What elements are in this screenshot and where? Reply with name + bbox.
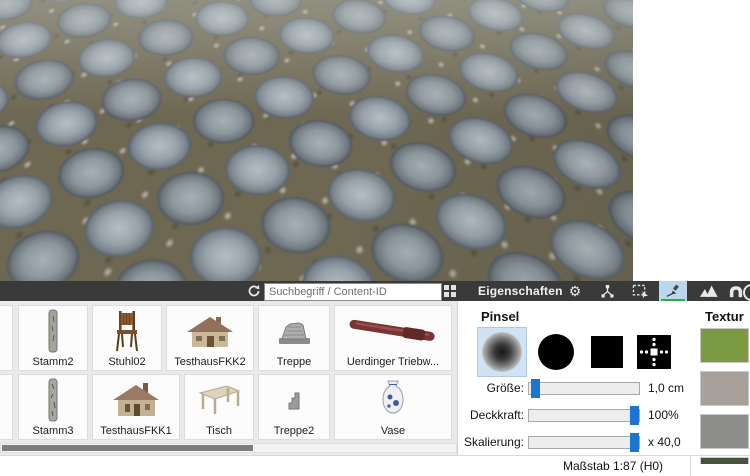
asset-item-partial[interactable] <box>0 305 13 371</box>
asset-item-tisch[interactable]: Tisch <box>184 374 254 440</box>
asset-label: Treppe <box>276 356 312 368</box>
chair-thumbnail <box>93 306 161 355</box>
asset-item-partial[interactable] <box>0 374 13 440</box>
opacity-slider-label: Deckkraft: <box>469 408 524 422</box>
brush-soft-round-button[interactable] <box>477 327 527 377</box>
asset-label: Tisch <box>206 425 232 437</box>
terrain-icon <box>699 285 718 297</box>
asset-item-treppe[interactable]: Treppe <box>258 305 330 371</box>
terrain-button[interactable] <box>698 281 720 301</box>
texture-section-label: Textur <box>705 309 744 324</box>
asset-label: Stamm3 <box>32 425 74 437</box>
house-thumbnail <box>93 375 179 424</box>
asset-item-vase[interactable]: Vase <box>334 374 452 440</box>
statusbar-separator <box>690 456 691 476</box>
log-thumbnail <box>19 306 87 355</box>
asset-label: Treppe2 <box>273 425 315 437</box>
asset-label: TesthausFKK1 <box>100 425 172 437</box>
brush-square-button[interactable] <box>591 336 623 368</box>
search-input[interactable] <box>264 283 442 301</box>
asset-item-testhausfkk2[interactable]: TesthausFKK2 <box>166 305 254 371</box>
asset-item-stamm3[interactable]: Stamm3 <box>18 374 88 440</box>
table-thumbnail <box>185 375 253 424</box>
asset-label: Stamm2 <box>32 356 74 368</box>
refresh-icon <box>248 285 260 297</box>
asset-browser-panel: Stamm2 Stuhl02 TesthausFKK2 Treppe Uerdi… <box>0 301 458 455</box>
eep-editor-window: Eigenschaften ⚙ <box>0 0 750 476</box>
properties-panel-title: Eigenschaften <box>478 284 563 298</box>
soft-round-brush-icon <box>482 332 522 372</box>
scaling-value: x 40,0 <box>648 435 681 449</box>
asset-item-stuhl02[interactable]: Stuhl02 <box>92 305 162 371</box>
paint-terrain-button[interactable] <box>661 281 685 301</box>
texture-section: Textur <box>698 301 750 476</box>
texture-swatch-grass[interactable] <box>700 328 749 363</box>
asset-label: Uerdinger Triebw... <box>346 356 440 368</box>
opacity-slider-handle[interactable] <box>630 406 639 425</box>
asset-label: Stuhl02 <box>108 356 146 368</box>
scaling-slider-handle[interactable] <box>630 433 639 452</box>
pattern-brush-icon <box>637 335 671 369</box>
node-tool-icon <box>601 284 613 297</box>
paintbrush-icon <box>666 284 679 297</box>
small-stairs-thumbnail <box>259 375 329 424</box>
node-tool-button[interactable] <box>598 281 616 301</box>
size-slider[interactable] <box>528 379 640 398</box>
asset-item-stamm2[interactable]: Stamm2 <box>18 305 88 371</box>
3d-viewport[interactable] <box>0 0 633 281</box>
asset-item-testhausfkk1[interactable]: TesthausFKK1 <box>92 374 180 440</box>
viewport-haze <box>0 0 633 281</box>
status-bar: Maßstab 1:87 (H0) <box>0 455 750 476</box>
texture-swatch-dark[interactable] <box>700 457 749 464</box>
grid-view-icon <box>444 285 456 297</box>
opacity-value: 100% <box>648 408 679 422</box>
asset-item-treppe2[interactable]: Treppe2 <box>258 374 330 440</box>
gear-icon: ⚙ <box>568 282 582 299</box>
scale-indicator: Maßstab 1:87 (H0) <box>563 459 664 473</box>
texture-swatch-stone[interactable] <box>700 414 749 449</box>
house-thumbnail <box>167 306 253 355</box>
vase-thumbnail <box>335 375 451 424</box>
scrollbar-thumb[interactable] <box>2 445 253 451</box>
texture-swatch-gravel[interactable] <box>700 371 749 406</box>
stairs-thumbnail <box>259 306 329 355</box>
horizontal-scrollbar[interactable] <box>0 443 457 453</box>
brush-pattern-button[interactable] <box>637 335 671 369</box>
opacity-slider[interactable] <box>528 406 640 425</box>
brush-section-label: Pinsel <box>481 309 520 324</box>
scaling-slider[interactable] <box>528 433 640 452</box>
selection-tool-icon <box>632 284 648 299</box>
main-toolbar: Eigenschaften ⚙ <box>0 281 750 301</box>
asset-label: Vase <box>380 425 406 437</box>
brush-hard-round-button[interactable] <box>538 334 574 370</box>
asset-label: TesthausFKK2 <box>174 356 246 368</box>
size-value: 1,0 cm <box>648 381 685 395</box>
refresh-button[interactable] <box>245 281 263 301</box>
grid-view-button[interactable] <box>442 281 458 301</box>
selection-tool-button[interactable] <box>630 281 650 301</box>
log-thumbnail <box>19 375 87 424</box>
size-slider-handle[interactable] <box>531 379 541 398</box>
asset-item-uerdinger[interactable]: Uerdinger Triebw... <box>334 305 452 371</box>
settings-button[interactable]: ⚙ <box>566 281 584 301</box>
railcar-thumbnail <box>335 306 451 355</box>
size-slider-label: Größe: <box>486 381 524 395</box>
scaling-slider-label: Skalierung: <box>463 435 524 449</box>
tunnel-icon <box>729 286 743 298</box>
